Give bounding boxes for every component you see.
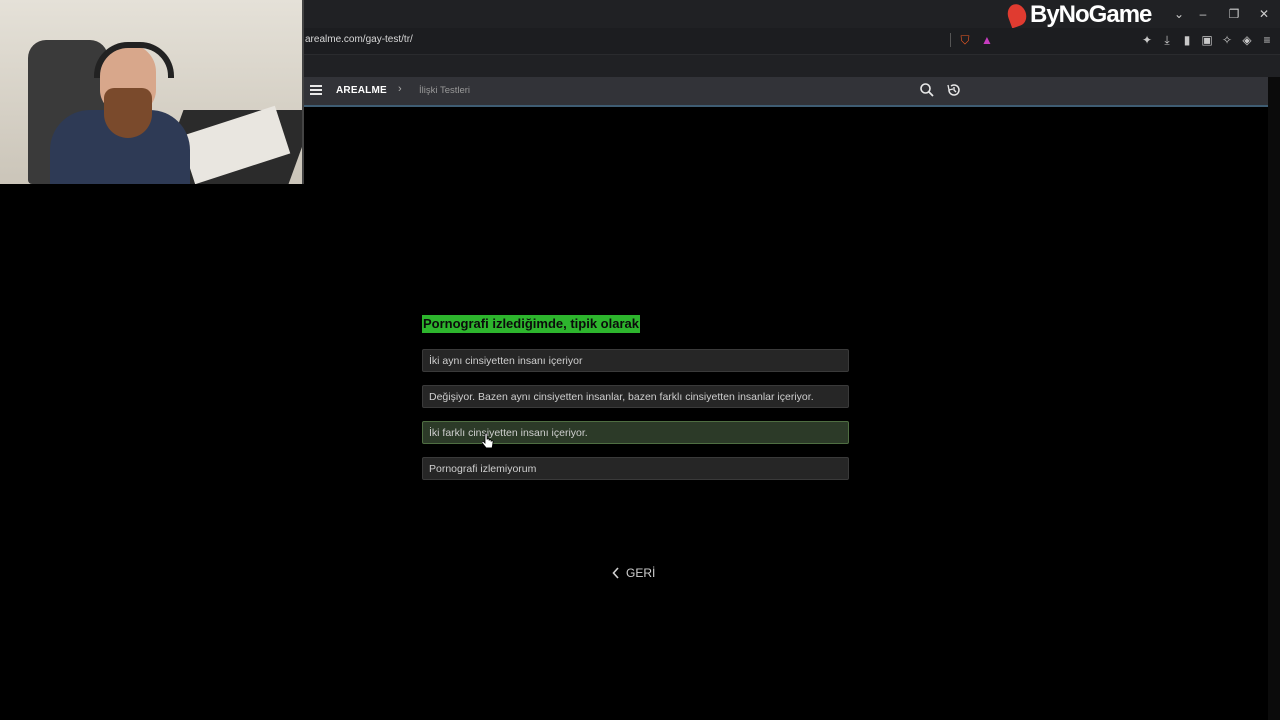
quiz-option[interactable]: İki aynı cinsiyetten insanı içeriyor xyxy=(422,349,849,372)
leo-ai-icon[interactable]: ✧ xyxy=(1220,33,1234,47)
webcam-overlay xyxy=(0,0,304,184)
bynogame-logo: ByNoGame xyxy=(1004,1,1152,29)
quiz-question: Pornografi izlediğimde, tipik olarak xyxy=(422,315,640,333)
quiz-option[interactable]: Değişiyor. Bazen aynı cinsiyetten insanl… xyxy=(422,385,849,408)
brave-shield-icon[interactable]: ⛉ xyxy=(958,33,972,47)
minimize-icon[interactable]: – xyxy=(1195,6,1211,22)
sidebar-icon[interactable]: ▮ xyxy=(1180,33,1194,47)
menu-icon[interactable]: ≡ xyxy=(1260,33,1274,47)
download-icon[interactable]: ⤓ xyxy=(1160,33,1174,47)
close-icon[interactable]: ✕ xyxy=(1256,6,1272,22)
restore-icon[interactable]: ❐ xyxy=(1226,6,1242,22)
hand-cursor-icon xyxy=(482,433,494,449)
vpn-shield-icon[interactable]: ◈ xyxy=(1240,33,1254,47)
chevron-left-icon xyxy=(612,567,619,579)
quiz-option[interactable]: Pornografi izlemiyorum xyxy=(422,457,849,480)
extensions-icon[interactable]: ✦ xyxy=(1140,33,1154,47)
hamburger-menu-icon[interactable] xyxy=(310,85,322,95)
wallet-icon[interactable]: ▣ xyxy=(1200,33,1214,47)
chevron-down-icon[interactable]: ⌄ xyxy=(1171,6,1187,22)
page-scrollbar[interactable] xyxy=(1268,77,1280,720)
site-navbar: AREALME › İlişki Testleri xyxy=(302,77,1268,107)
bynogame-mark-icon xyxy=(1004,1,1030,29)
bynogame-wordmark: ByNoGame xyxy=(1030,1,1152,28)
history-icon[interactable] xyxy=(946,82,962,98)
back-button[interactable]: GERİ xyxy=(612,566,655,580)
search-icon[interactable] xyxy=(919,82,935,98)
site-brand[interactable]: AREALME xyxy=(336,85,387,96)
breadcrumb-category[interactable]: İlişki Testleri xyxy=(419,85,470,96)
back-label: GERİ xyxy=(626,566,656,580)
webcam-person-beard xyxy=(104,88,152,138)
address-divider xyxy=(950,33,951,47)
chevron-right-icon: › xyxy=(398,83,402,95)
url-text[interactable]: arealme.com/gay-test/tr/ xyxy=(305,34,413,45)
brave-rewards-icon[interactable]: ▲ xyxy=(980,33,994,47)
